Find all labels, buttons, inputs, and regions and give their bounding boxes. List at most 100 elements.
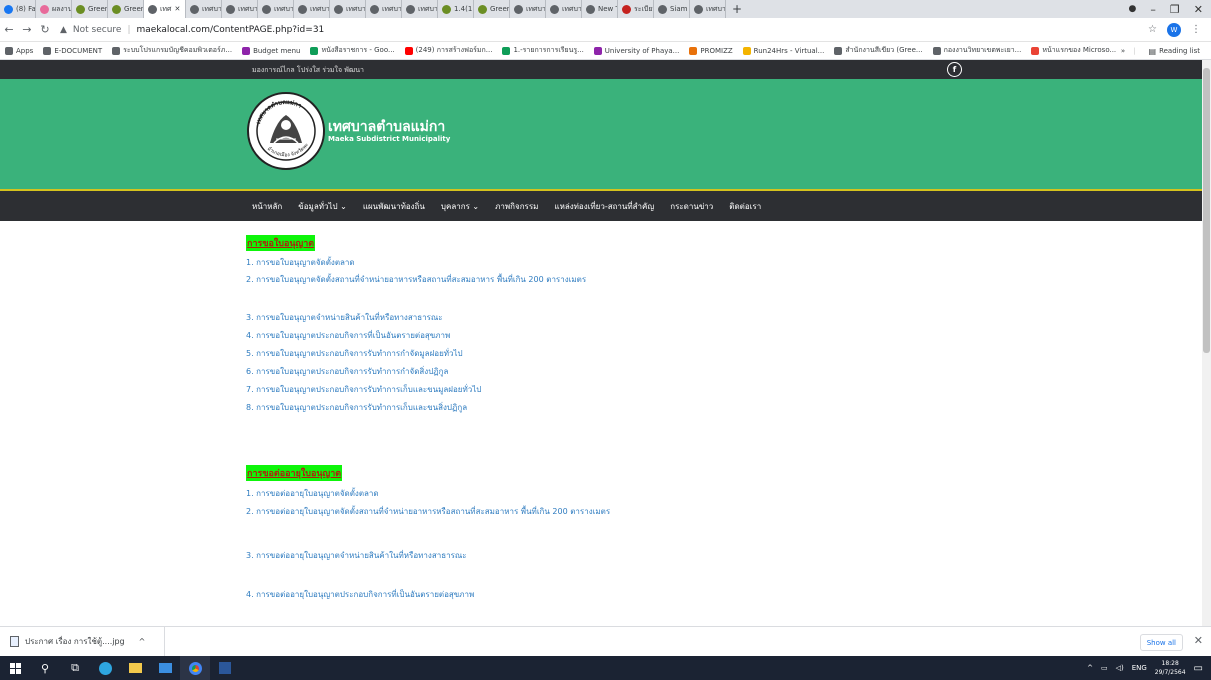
menu-item[interactable]: ภาพกิจกรรม <box>487 191 546 221</box>
clock[interactable]: 18:28 29/7/2564 <box>1155 659 1186 677</box>
menu-item[interactable]: กระดานข่าว <box>662 191 721 221</box>
bookmark-favicon-icon <box>310 46 319 55</box>
section-title-license[interactable]: การขอใบอนุญาต <box>246 235 316 251</box>
license-link[interactable]: 8. การขอใบอนุญาตประกอบกิจการรับทำการเก็บ… <box>246 401 467 414</box>
forward-icon[interactable]: → <box>18 23 36 36</box>
license-link[interactable]: 1. การขอใบอนุญาตจัดตั้งตลาด <box>246 256 355 269</box>
notification-icon[interactable]: ▭ <box>1194 663 1203 674</box>
renewal-link[interactable]: 1. การขอต่ออายุใบอนุญาตจัดตั้งตลาด <box>246 487 379 500</box>
bookmark-item[interactable]: PROMIZZ <box>684 46 737 55</box>
bookmark-item[interactable]: Budget menu <box>237 46 305 55</box>
browser-tab[interactable]: เทศบาล <box>294 0 330 18</box>
license-link[interactable]: 6. การขอใบอนุญาตประกอบกิจการรับทำการกำจั… <box>246 365 448 378</box>
bookmark-item[interactable]: ระบบโปรแกรมบัญชีคอมพิวเตอร์ภ... <box>107 45 237 56</box>
renewal-link[interactable]: 2. การขอต่ออายุใบอนุญาตจัดตั้งสถานที่จำห… <box>246 505 610 518</box>
license-link[interactable]: 7. การขอใบอนุญาตประกอบกิจการรับทำการเก็บ… <box>246 383 481 396</box>
bookmark-item[interactable]: กองงานวิทยาเขตพะเยา... <box>928 45 1027 56</box>
browser-tab[interactable]: เทศบาล <box>402 0 438 18</box>
chrome-icon[interactable] <box>180 656 210 680</box>
browser-tab[interactable]: Green <box>72 0 108 18</box>
close-downloads-icon[interactable]: ✕ <box>1194 634 1203 647</box>
scrollbar-thumb[interactable] <box>1203 68 1210 353</box>
browser-tab[interactable]: เทศ ✕ <box>144 0 186 18</box>
chevron-up-tray-icon[interactable]: ^ <box>1087 664 1093 672</box>
task-view-icon[interactable]: ⧉ <box>60 656 90 680</box>
browser-tab[interactable]: (8) Face <box>0 0 36 18</box>
download-item[interactable]: ประกาศ เรื่อง การใช้ตู้....jpg ^ <box>0 626 165 657</box>
apps-bookmark[interactable]: Apps <box>0 46 38 55</box>
back-icon[interactable]: ← <box>0 23 18 36</box>
renewal-link[interactable]: 3. การขอต่ออายุใบอนุญาตจำหน่ายสินค้าในที… <box>246 549 467 562</box>
menu-item[interactable]: ติดต่อเรา <box>721 191 769 221</box>
tab-favicon-icon <box>112 4 121 14</box>
reading-list-button[interactable]: ▤ Reading list <box>1144 47 1205 56</box>
minimize-button[interactable]: – <box>1150 3 1156 16</box>
chevron-up-icon[interactable]: ^ <box>139 637 146 646</box>
facebook-icon[interactable]: f <box>947 62 962 77</box>
browser-tab[interactable]: ผลงาน <box>36 0 72 18</box>
language-indicator[interactable]: ENG <box>1132 664 1147 672</box>
renewal-link[interactable]: 4. การขอต่ออายุใบอนุญาตประกอบกิจการที่เป… <box>246 588 474 601</box>
license-link[interactable]: 5. การขอใบอนุญาตประกอบกิจการรับทำการกำจั… <box>246 347 463 360</box>
bookmark-item[interactable]: Run24Hrs - Virtual... <box>738 46 830 55</box>
volume-icon[interactable]: ◁) <box>1116 664 1124 672</box>
browser-tab[interactable]: Green <box>108 0 144 18</box>
browser-tab[interactable]: เทศบาล <box>186 0 222 18</box>
bookmark-item[interactable]: 1.-รายการการเรียนรู... <box>497 45 588 56</box>
star-icon[interactable]: ☆ <box>1148 24 1157 35</box>
mail-icon[interactable] <box>150 656 180 680</box>
menu-item[interactable]: บุคลากร ⌄ <box>433 191 487 221</box>
file-explorer-icon[interactable] <box>120 656 150 680</box>
bookmark-favicon-icon <box>689 46 698 55</box>
windows-start-icon[interactable] <box>0 656 30 680</box>
license-link[interactable]: 3. การขอใบอนุญาตจำหน่ายสินค้าในที่หรือทา… <box>246 311 443 324</box>
browser-tab[interactable]: Green <box>474 0 510 18</box>
browser-tab[interactable]: เทศบาล <box>510 0 546 18</box>
close-tab-icon[interactable]: ✕ <box>174 5 180 13</box>
more-bookmarks-icon[interactable]: » <box>1121 47 1125 55</box>
browser-tab[interactable]: เทศบาล <box>546 0 582 18</box>
network-icon[interactable]: ▭ <box>1101 664 1108 672</box>
browser-tab[interactable]: 1.4(1). <box>438 0 474 18</box>
bookmark-item[interactable]: E-DOCUMENT <box>38 46 107 55</box>
browser-tab[interactable]: ระเบียบ <box>618 0 654 18</box>
tab-favicon-icon <box>148 4 157 14</box>
menu-item[interactable]: แหล่งท่องเที่ยว-สถานที่สำคัญ <box>546 191 662 221</box>
bookmark-item[interactable]: University of Phaya... <box>589 46 685 55</box>
page-scrollbar[interactable] <box>1202 60 1211 626</box>
license-link[interactable]: 4. การขอใบอนุญาตประกอบกิจการที่เป็นอันตร… <box>246 329 450 342</box>
browser-tab[interactable]: Siam S <box>654 0 690 18</box>
bookmark-item[interactable]: หน้าแรกของ Microso... <box>1026 45 1121 56</box>
menu-item[interactable]: แผนพัฒนาท้องถิ่น <box>355 191 433 221</box>
reload-icon[interactable]: ↻ <box>36 23 54 36</box>
bookmark-label: หนังสือราชการ - Goo... <box>321 46 395 54</box>
bookmark-item[interactable]: (249) การสร้างฟอร์มก... <box>400 45 498 56</box>
profile-dot-icon[interactable]: ● <box>1129 4 1137 14</box>
license-link[interactable]: 2. การขอใบอนุญาตจัดตั้งสถานที่จำหน่ายอาห… <box>246 273 586 286</box>
municipality-seal-icon[interactable]: เทศบาลตำบลแม่กา อำเภอเมือง จังหวัดพะเยา <box>246 91 326 171</box>
browser-tab[interactable]: เทศบาล <box>222 0 258 18</box>
section-title-renewal[interactable]: การขอต่ออายุใบอนุญาต <box>246 465 343 481</box>
browser-tab[interactable]: เทศบาล <box>330 0 366 18</box>
close-window-button[interactable]: ✕ <box>1194 3 1203 16</box>
browser-tab[interactable]: เทศบาล <box>258 0 294 18</box>
url-field[interactable]: ▲ Not secure | maekalocal.com/ContentPAG… <box>60 21 1148 39</box>
tab-favicon-icon <box>478 4 487 14</box>
search-icon[interactable]: ⚲ <box>30 656 60 680</box>
menu-item[interactable]: ข้อมูลทั่วไป ⌄ <box>290 191 355 221</box>
browser-tab[interactable]: เทศบาล <box>366 0 402 18</box>
browser-tab[interactable]: New Ta <box>582 0 618 18</box>
menu-icon[interactable]: ⋮ <box>1191 24 1201 35</box>
profile-avatar[interactable]: W <box>1167 22 1181 37</box>
bookmark-favicon-icon <box>834 46 843 55</box>
word-icon[interactable] <box>210 656 240 680</box>
edge-icon[interactable] <box>90 656 120 680</box>
tab-label: ผลงาน <box>52 4 72 13</box>
maximize-button[interactable]: ❐ <box>1170 3 1180 16</box>
menu-item[interactable]: หน้าหลัก <box>252 191 290 221</box>
bookmark-item[interactable]: หนังสือราชการ - Goo... <box>305 45 399 56</box>
bookmark-item[interactable]: สำนักงานสีเขียว (Gree... <box>829 45 927 56</box>
new-tab-button[interactable]: + <box>726 2 748 16</box>
show-all-button[interactable]: Show all <box>1139 634 1183 651</box>
browser-tab[interactable]: เทศบาล <box>690 0 726 18</box>
